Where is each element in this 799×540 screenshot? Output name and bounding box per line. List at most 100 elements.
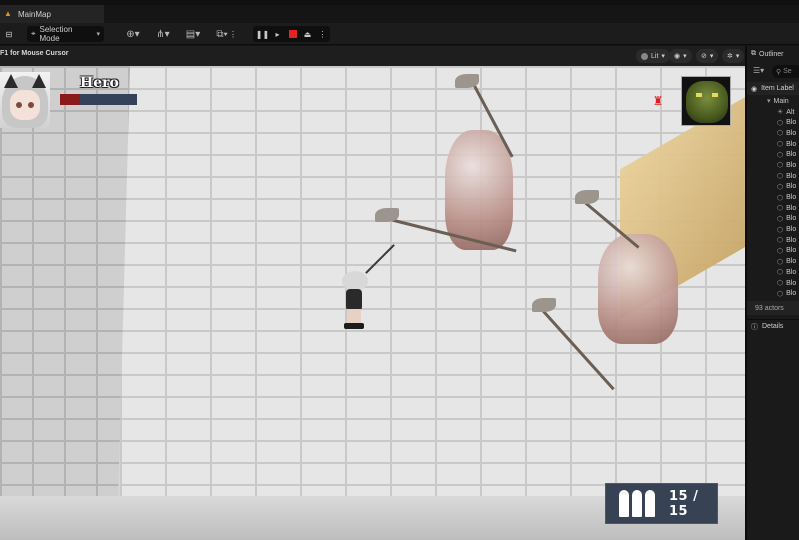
axe-head [575,190,599,204]
tab-mainmap[interactable]: ▲ MainMap [0,5,104,23]
bullet-icons [619,490,655,517]
axe-head [375,208,399,222]
mesh-icon: ⬡ [777,258,784,266]
viewport-settings-button[interactable]: ✲ ▾ [722,49,745,63]
side-wall [0,66,130,540]
level-viewport[interactable]: F1 for Mouse Cursor Lit ▾ ◉ ▾ ⊘ ▾ ✲ ▾ He… [0,46,745,540]
play-more-icon[interactable]: ⋮ [318,30,327,39]
outliner-root[interactable]: ▾ Main [747,96,799,107]
camera-speed-button[interactable]: ⊘ ▾ [696,49,719,63]
ammo-counter: 15 / 15 [605,483,718,524]
outliner-row-label: Blo [786,194,797,202]
save-icon[interactable]: ⊟ [2,26,16,42]
eject-icon[interactable]: ⏏ [303,30,312,39]
mesh-icon: ⬡ [777,269,784,277]
alert-icon: ♜ [652,94,664,108]
hero-name: Hero [80,75,119,91]
mesh-icon: ⬡ [777,215,784,223]
level-icon: ▲ [4,9,12,18]
outliner-title: ⧉ Outliner [751,50,784,58]
outliner-row[interactable]: ⬡ Blo [747,160,799,171]
chevron-down-icon: ▾ [767,98,771,106]
view-mode-button[interactable]: Lit ▾ [636,49,670,63]
outliner-row-label: Blo [786,140,797,148]
show-flags-button[interactable]: ◉ ▾ [669,49,692,63]
mesh-icon: ⬡ [777,205,784,213]
actor-count: 93 actors [747,301,799,315]
player-character [338,271,370,331]
outliner-row-label: Blo [786,119,797,127]
boss-portrait [681,76,731,126]
mesh-icon: ⬡ [777,151,784,159]
outliner-row[interactable]: ⬡ Blo [747,267,799,278]
outliner-row[interactable]: ⬡ Blo [747,139,799,150]
blueprint-icon[interactable]: ⋔▾ [152,26,174,42]
orc-enemy [598,234,678,344]
outliner-row[interactable]: ⬡ Blo [747,192,799,203]
outliner-list: ▾ Main ☀ Alt ⬡ Blo ⬡ Blo ⬡ Blo ⬡ Blo ⬡ Blo ⬡ Blo ⬡ Blo ⬡… [747,96,799,299]
outliner-row-label: Blo [786,215,797,223]
outliner-icon: ⧉ [751,50,756,57]
outliner-row[interactable]: ⬡ Blo [747,214,799,225]
cinematics-icon[interactable]: ▤▾ [182,26,204,42]
bullet-icon [632,490,642,517]
tab-bar: ▲ MainMap [0,5,799,23]
light-icon: ☀ [777,109,784,117]
outliner-row[interactable]: ☀ Alt [747,107,799,118]
outliner-row[interactable]: ⬡ Blo [747,288,799,299]
pause-icon[interactable]: ❚❚ [256,30,269,39]
selection-mode-dropdown[interactable]: ⌖ Selection Mode ▾ [27,25,104,43]
filter-icon[interactable]: ☰▾ [753,66,764,75]
mesh-icon: ⬡ [777,141,784,149]
outliner-panel: ⧉ Outliner ☰▾ ⚲ Se ◉ Item Label ▾ Main ☀… [745,46,799,540]
tab-label: MainMap [18,9,51,19]
outliner-row[interactable]: ⬡ Blo [747,203,799,214]
outliner-row[interactable]: ⬡ Blo [747,246,799,257]
mesh-icon: ⬡ [777,226,784,234]
details-icon: ⓘ [751,323,758,331]
mouse-cursor-hint: F1 for Mouse Cursor [0,50,69,57]
outliner-row[interactable]: ⬡ Blo [747,117,799,128]
outliner-row[interactable]: ⬡ Blo [747,256,799,267]
outliner-row[interactable]: ⬡ Blo [747,171,799,182]
main-toolbar: ⊟ ⌖ Selection Mode ▾ ⊕▾ ⋔▾ ▤▾ ⧉▾ ⋮ ❚❚ ▸ … [0,23,799,45]
outliner-row-label: Blo [786,268,797,276]
details-tab[interactable]: ⓘ Details [747,319,799,333]
axe-head [455,74,479,88]
outliner-row-label: Alt [786,108,795,116]
mesh-icon: ⬡ [777,130,784,138]
mesh-icon: ⬡ [777,183,784,191]
outliner-row-label: Blo [786,183,797,191]
outliner-row[interactable]: ⬡ Blo [747,278,799,289]
outliner-row-label: Blo [786,204,797,212]
bullet-icon [619,490,629,517]
mesh-icon: ⬡ [777,247,784,255]
play-controls: ❚❚ ▸ ⏏ ⋮ [253,26,330,42]
orc-enemy [445,130,513,250]
visibility-icon: ◉ [751,85,758,93]
outliner-search-input[interactable]: ⚲ Se [772,65,799,78]
more-options-icon[interactable]: ⋮ [229,26,237,42]
add-actor-icon[interactable]: ⊕▾ [122,26,144,42]
outliner-row[interactable]: ⬡ Blo [747,128,799,139]
outliner-row[interactable]: ⬡ Blo [747,149,799,160]
mesh-icon: ⬡ [777,290,784,298]
step-icon[interactable]: ▸ [273,30,282,39]
selection-mode-icon: ⌖ [31,29,36,38]
outliner-row-label: Blo [786,161,797,169]
outliner-row[interactable]: ⬡ Blo [747,235,799,246]
outliner-row[interactable]: ⬡ Blo [747,182,799,193]
health-bar [60,94,137,105]
outliner-row-label: Blo [786,172,797,180]
mesh-icon: ⬡ [777,173,784,181]
outliner-row-label: Blo [786,129,797,137]
mesh-icon: ⬡ [777,237,784,245]
game-scene: Hero ♜ 15 / 15 [0,66,745,540]
outliner-row[interactable]: ⬡ Blo [747,224,799,235]
eye-icon: ◉ [674,53,681,60]
outliner-row-label: Blo [786,236,797,244]
hero-portrait [0,72,50,128]
outliner-column-header[interactable]: ◉ Item Label [747,82,799,95]
camera-icon: ⊘ [701,53,707,60]
stop-icon[interactable] [288,30,297,39]
